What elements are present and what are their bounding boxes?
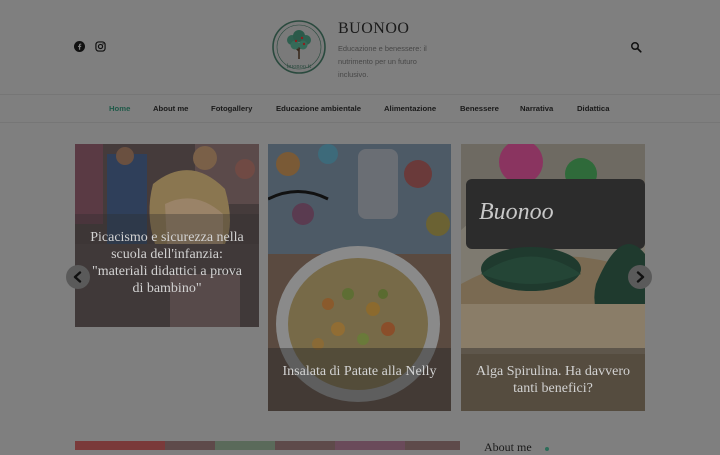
site-tagline: Educazione e benessere: il nutrimento pe… bbox=[338, 44, 427, 79]
slide-title[interactable]: Insalata di Patate alla Nelly bbox=[268, 363, 451, 380]
nav-item-alimentazione[interactable]: Alimentazione bbox=[384, 104, 436, 113]
site-title[interactable]: BUONOO bbox=[338, 20, 438, 38]
nav-item-benessere[interactable]: Benessere bbox=[460, 104, 499, 113]
header-divider bbox=[0, 94, 720, 95]
slide-title[interactable]: Picacismo e sicurezza nella scuola dell'… bbox=[75, 229, 259, 297]
nav-divider bbox=[0, 122, 720, 123]
facebook-icon[interactable] bbox=[74, 41, 85, 52]
instagram-icon[interactable] bbox=[95, 41, 106, 52]
nav-item-fotogallery[interactable]: Fotogallery bbox=[211, 104, 252, 113]
slide-card[interactable]: Insalata di Patate alla Nelly bbox=[268, 144, 451, 411]
slide-card[interactable]: Buonoo Alga Spirulina. Ha davvero tanti … bbox=[461, 144, 645, 411]
slider-next-button[interactable] bbox=[628, 265, 652, 289]
main-navigation: Home About me Fotogallery Educazione amb… bbox=[0, 96, 720, 122]
chevron-left-icon bbox=[73, 271, 82, 283]
logo-text: buonoo.it bbox=[287, 63, 312, 70]
chevron-right-icon bbox=[636, 271, 645, 283]
nav-item-educazione-ambientale[interactable]: Educazione ambientale bbox=[276, 104, 361, 113]
site-header: buonoo.it BUONOO Educazione e benessere:… bbox=[0, 0, 720, 95]
nav-item-didattica[interactable]: Didattica bbox=[577, 104, 609, 113]
site-branding: BUONOO Educazione e benessere: il nutrim… bbox=[338, 20, 438, 81]
post-image bbox=[75, 441, 460, 450]
post-thumbnail[interactable] bbox=[75, 441, 460, 450]
nav-item-about-me[interactable]: About me bbox=[153, 104, 188, 113]
social-links bbox=[74, 41, 106, 52]
nav-item-narrativa[interactable]: Narrativa bbox=[520, 104, 553, 113]
nav-item-home[interactable]: Home bbox=[109, 104, 130, 113]
site-logo[interactable]: buonoo.it bbox=[271, 19, 327, 75]
sidebar-about-heading: About me bbox=[484, 440, 532, 454]
search-icon[interactable] bbox=[630, 41, 642, 53]
slider-prev-button[interactable] bbox=[66, 265, 90, 289]
heading-accent-dot bbox=[545, 447, 549, 451]
slide-title[interactable]: Alga Spirulina. Ha davvero tanti benefic… bbox=[461, 363, 645, 397]
slide-card[interactable]: Picacismo e sicurezza nella scuola dell'… bbox=[75, 144, 259, 327]
slide-sign-text: Buonoo bbox=[479, 199, 554, 225]
